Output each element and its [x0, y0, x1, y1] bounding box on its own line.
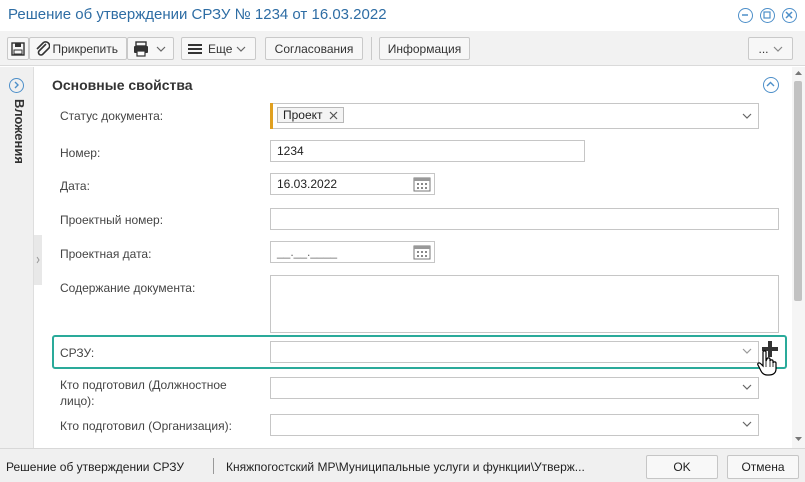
print-button[interactable]	[127, 37, 174, 60]
status-bar: Решение об утверждении СРЗУ Княжпогостск…	[0, 448, 805, 482]
date-input[interactable]: 16.03.2022	[270, 173, 435, 195]
chevron-down-icon	[773, 46, 782, 52]
toolbar-divider	[371, 37, 372, 60]
scrollbar-thumb[interactable]	[794, 81, 802, 301]
chevron-down-icon	[236, 46, 246, 52]
toolbar: Прикрепить Еще Согласования Информация .…	[0, 31, 805, 66]
vertical-scrollbar[interactable]	[792, 67, 805, 448]
form-panel: Основные свойства Статус документа: Прое…	[42, 67, 792, 448]
footer-divider	[213, 458, 214, 474]
expand-sidebar-icon[interactable]	[9, 78, 24, 93]
menu-icon	[188, 43, 202, 54]
number-input[interactable]: 1234	[270, 140, 585, 162]
remove-tag-icon[interactable]	[329, 111, 338, 120]
chevron-down-icon	[156, 46, 166, 52]
save-icon	[11, 41, 25, 56]
window-title: Решение об утверждении СРЗУ № 1234 от 16…	[8, 6, 387, 23]
attach-button[interactable]: Прикрепить	[29, 37, 127, 60]
chevron-down-icon	[742, 421, 752, 427]
more-button[interactable]: Еще	[181, 37, 256, 60]
scroll-down-icon[interactable]	[794, 436, 803, 442]
calendar-icon[interactable]	[413, 176, 431, 192]
scroll-up-icon[interactable]	[794, 70, 803, 76]
maximize-icon[interactable]	[760, 8, 775, 23]
title-bar: Решение об утверждении СРЗУ № 1234 от 16…	[0, 0, 805, 31]
cancel-button[interactable]: Отмена	[727, 455, 799, 479]
info-button[interactable]: Информация	[379, 37, 470, 60]
attachments-sidebar[interactable]: Вложения	[0, 67, 34, 448]
section-title: Основные свойства	[52, 77, 193, 93]
chevron-down-icon	[742, 113, 752, 119]
content-textarea[interactable]	[270, 275, 779, 333]
project-number-input[interactable]	[270, 208, 779, 230]
status-label: Статус документа:	[60, 109, 164, 123]
number-label: Номер:	[60, 146, 101, 160]
save-button[interactable]	[7, 37, 29, 60]
ok-button[interactable]: OK	[646, 455, 718, 479]
prepared-official-label: Кто подготовил (Должностное лицо):	[60, 378, 227, 408]
content-label: Содержание документа:	[60, 281, 196, 295]
printer-icon	[134, 40, 148, 57]
status-select[interactable]: Проект	[270, 103, 759, 129]
document-path-text: Княжпогостский МР\Муниципальные услуги и…	[226, 460, 585, 474]
date-label: Дата:	[60, 179, 90, 193]
prepared-org-select[interactable]	[270, 414, 759, 436]
prepared-org-label: Кто подготовил (Организация):	[60, 419, 232, 433]
status-tag: Проект	[277, 107, 344, 123]
required-indicator	[270, 103, 273, 129]
hand-cursor-icon	[757, 350, 777, 376]
close-icon[interactable]	[782, 8, 797, 23]
project-date-input[interactable]: __.__.____	[270, 241, 435, 263]
approvals-button[interactable]: Согласования	[265, 37, 363, 60]
srzu-row-highlight	[52, 335, 787, 369]
project-date-label: Проектная дата:	[60, 247, 152, 261]
collapse-section-icon[interactable]	[763, 77, 779, 93]
overflow-menu-button[interactable]: ...	[748, 37, 793, 60]
minimize-icon[interactable]	[738, 8, 753, 23]
prepared-official-select[interactable]	[270, 377, 759, 399]
attachments-label: Вложения	[12, 99, 27, 164]
chevron-down-icon	[742, 384, 752, 390]
calendar-icon[interactable]	[413, 244, 431, 260]
sidebar-resize-handle[interactable]	[34, 235, 42, 285]
document-type-text: Решение об утверждении СРЗУ	[6, 460, 184, 474]
paperclip-icon	[36, 40, 51, 56]
project-number-label: Проектный номер:	[60, 213, 164, 227]
